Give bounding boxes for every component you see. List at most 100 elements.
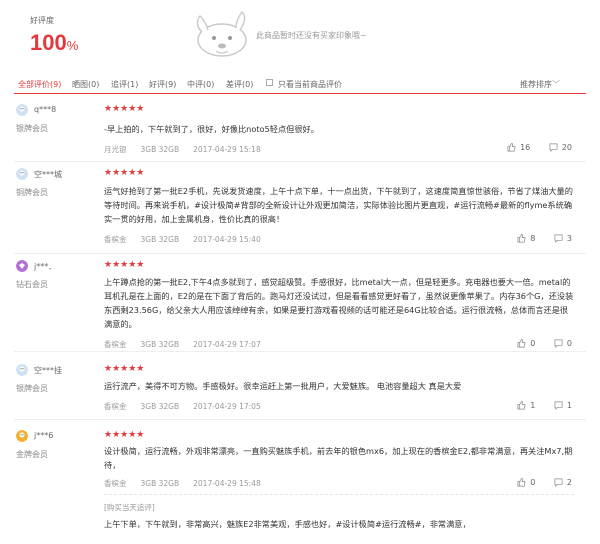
avatar-icon xyxy=(16,168,28,180)
product-spec: 3GB 32GB xyxy=(140,479,180,488)
username[interactable]: j***． xyxy=(34,261,56,272)
product-spec: 3GB 32GB xyxy=(140,340,180,349)
thumb-up-icon xyxy=(517,234,526,243)
product-spec: 3GB 32GB xyxy=(140,235,180,244)
sort-label: 推荐排序 xyxy=(520,80,552,89)
comment-icon xyxy=(554,401,563,410)
rating-value: 100% xyxy=(30,30,78,56)
comment-button[interactable]: 1 xyxy=(554,401,572,410)
followup-divider xyxy=(104,494,574,495)
review-date: 2017-04-29 15:48 xyxy=(193,479,261,488)
member-level: 银牌会员 xyxy=(16,124,48,133)
like-count: 1 xyxy=(530,401,536,410)
member-level: 金牌会员 xyxy=(16,450,48,459)
only-current-label: 只看当前商品评价 xyxy=(278,80,342,89)
comment-icon xyxy=(554,234,563,243)
review-content: -早上拍的，下午就到了，很好，好像比noto5轻点但很好。 xyxy=(104,124,319,134)
review-content: 运行流产，美得不可方物。手感极好。很幸运赶上第一批用户，大爱魅族。 电池容量超大… xyxy=(104,381,462,391)
comment-count: 0 xyxy=(566,339,572,348)
product-color: 香槟金 xyxy=(104,340,127,349)
review-content: 运气好抢到了第一批E2手机，先说发货速度，上午十点下单，十一点出货，下午就到了，… xyxy=(104,186,573,224)
review-filter-tabs: 全部评价(9) 晒图(0) 追评(1) 好评(9) 中评(0) 差评(0) 只看… xyxy=(14,74,586,94)
rating-unit: % xyxy=(66,38,79,53)
star-rating: ★★★★★ xyxy=(104,364,145,374)
star-rating: ★★★★★ xyxy=(104,168,145,178)
username[interactable]: 空***城 xyxy=(34,169,62,180)
tab-photos[interactable]: 晒图(0) xyxy=(72,79,99,90)
tab-neutral[interactable]: 中评(0) xyxy=(187,79,214,90)
comment-icon xyxy=(554,339,563,348)
like-count: 0 xyxy=(530,339,536,348)
username[interactable]: 空***挂 xyxy=(34,365,62,376)
product-color: 香槟金 xyxy=(104,235,127,244)
review-content: 上午蹲点抢的第一批E2,下午4点多就到了，感觉超级赞。手感很好，比metal大一… xyxy=(104,277,574,329)
dog-mascot-icon xyxy=(196,10,247,57)
like-count: 16 xyxy=(520,143,531,152)
like-button[interactable]: 0 xyxy=(517,478,535,487)
comment-icon xyxy=(554,478,563,487)
no-impression-text: 此商品暂时还没有买家印象哦~ xyxy=(256,31,367,40)
review-actions: 16 20 xyxy=(491,143,572,152)
review-item: q***8 银牌会员 ★★★★★ -早上拍的，下午就到了，很好，好像比noto5… xyxy=(14,104,586,162)
member-level: 铜牌会员 xyxy=(16,188,48,197)
review-actions: 1 1 xyxy=(501,401,572,410)
product-spec: 3GB 32GB xyxy=(140,402,180,411)
thumb-up-icon xyxy=(517,401,526,410)
review-date: 2017-04-29 15:40 xyxy=(193,235,261,244)
username[interactable]: q***8 xyxy=(34,105,56,114)
review-meta: 香槟金 3GB 32GB 2017-04-29 17:05 xyxy=(104,401,275,412)
avatar-icon xyxy=(16,104,28,116)
username[interactable]: j***6 xyxy=(34,431,53,440)
review-date: 2017-04-29 17:05 xyxy=(193,402,261,411)
followup-label: [购买当天追评] xyxy=(104,503,155,512)
like-count: 8 xyxy=(530,234,536,243)
thumb-up-icon xyxy=(517,339,526,348)
comment-button[interactable]: 3 xyxy=(554,234,572,243)
product-spec: 3GB 32GB xyxy=(140,145,180,154)
star-rating: ★★★★★ xyxy=(104,104,145,114)
like-button[interactable]: 0 xyxy=(517,339,535,348)
product-color: 月光银 xyxy=(104,145,127,154)
review-date: 2017-04-29 17:07 xyxy=(193,340,261,349)
comment-button[interactable]: 2 xyxy=(554,478,572,487)
avatar-icon xyxy=(16,364,28,376)
review-date: 2017-04-29 15:18 xyxy=(193,145,261,154)
like-button[interactable]: 8 xyxy=(517,234,535,243)
product-color: 香槟金 xyxy=(104,479,127,488)
chevron-down-icon: ﹀ xyxy=(552,80,560,89)
tab-followup[interactable]: 追评(1) xyxy=(111,79,138,90)
like-count: 0 xyxy=(530,478,536,487)
like-button[interactable]: 1 xyxy=(517,401,535,410)
review-actions: 0 2 xyxy=(501,478,572,487)
comment-count: 20 xyxy=(561,143,572,152)
review-actions: 0 0 xyxy=(501,339,572,348)
followup-content: 上午下单，下午就到，非常高兴，魅族E2非常美观，手感也好，#设计极简#运行流畅#… xyxy=(104,519,471,529)
comment-button[interactable]: 0 xyxy=(554,339,572,348)
tab-positive[interactable]: 好评(9) xyxy=(149,79,176,90)
rating-label: 好评度 xyxy=(30,16,54,25)
rating-summary: 好评度 100% 此商品暂时还没有买家印象哦~ xyxy=(0,0,600,72)
star-rating: ★★★★★ xyxy=(104,430,145,440)
review-item: 空***城 铜牌会员 ★★★★★ 运气好抢到了第一批E2手机，先说发货速度，上午… xyxy=(14,168,586,254)
tab-negative[interactable]: 差评(0) xyxy=(226,79,253,90)
comment-count: 2 xyxy=(566,478,572,487)
review-item: 空***挂 银牌会员 ★★★★★ 运行流产，美得不可方物。手感极好。很幸运赶上第… xyxy=(14,364,586,420)
thumb-up-icon xyxy=(507,143,516,152)
rating-number: 100 xyxy=(30,30,67,55)
tab-all[interactable]: 全部评价(9) xyxy=(18,79,61,90)
review-content: 设计极简，运行流畅，外观非常漂亮，一直购买魅族手机，前去年的银色mx6，加上现在… xyxy=(104,446,573,470)
comment-button[interactable]: 20 xyxy=(549,143,572,152)
avatar-icon xyxy=(16,430,28,442)
member-level: 钻石会员 xyxy=(16,280,48,289)
comment-count: 1 xyxy=(566,401,572,410)
member-level: 银牌会员 xyxy=(16,384,48,393)
product-color: 香槟金 xyxy=(104,402,127,411)
comment-icon xyxy=(549,143,558,152)
review-item: j***6 金牌会员 ★★★★★ 设计极简，运行流畅，外观非常漂亮，一直购买魅族… xyxy=(14,430,586,544)
avatar-icon xyxy=(16,260,28,272)
sort-dropdown[interactable]: 推荐排序﹀ xyxy=(520,79,560,90)
review-meta: 香槟金 3GB 32GB 2017-04-29 15:40 xyxy=(104,234,275,245)
review-meta: 月光银 3GB 32GB 2017-04-29 15:18 xyxy=(104,144,275,155)
only-current-checkbox[interactable] xyxy=(266,79,273,86)
like-button[interactable]: 16 xyxy=(507,143,530,152)
